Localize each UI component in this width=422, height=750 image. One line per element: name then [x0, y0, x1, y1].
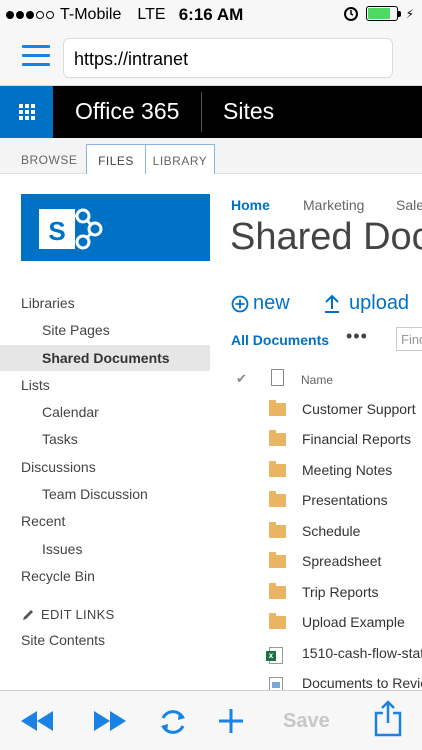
status-right: ⚡: [343, 6, 414, 21]
file-type-icon: [271, 369, 284, 386]
hamburger-menu-icon[interactable]: [22, 45, 50, 67]
item-name[interactable]: Upload Example: [302, 614, 405, 630]
nav-site-contents[interactable]: Site Contents: [0, 627, 210, 653]
page-title: Shared Doc: [230, 216, 422, 258]
suite-divider: [201, 92, 202, 132]
browser-toolbar: Save: [0, 690, 422, 750]
back-icon[interactable]: [20, 710, 54, 732]
alarm-clock-icon: [343, 6, 358, 21]
nav-lists[interactable]: Lists: [0, 372, 210, 398]
app-launcher-icon[interactable]: [0, 86, 53, 138]
upload-label: upload: [349, 292, 410, 314]
nav-shared-documents[interactable]: Shared Documents: [0, 345, 210, 371]
item-name[interactable]: Customer Support: [302, 401, 416, 417]
item-name[interactable]: Documents to Revie: [302, 675, 422, 691]
item-name[interactable]: Financial Reports: [302, 431, 411, 447]
sites-link[interactable]: Sites: [223, 98, 274, 125]
folder-icon: [269, 491, 286, 507]
nav-team-discussion[interactable]: Team Discussion: [0, 481, 210, 507]
nav-tasks[interactable]: Tasks: [0, 426, 210, 452]
add-icon[interactable]: [218, 708, 244, 734]
battery-icon: [365, 6, 401, 21]
share-icon[interactable]: [373, 699, 403, 737]
item-name[interactable]: Presentations: [302, 492, 388, 508]
item-name[interactable]: Spreadsheet: [302, 553, 381, 569]
nav-site-pages[interactable]: Site Pages: [0, 317, 210, 343]
plus-circle-icon: [231, 295, 249, 312]
refresh-icon[interactable]: [157, 706, 189, 738]
folder-icon: [269, 583, 286, 599]
tab-files[interactable]: FILES: [86, 144, 146, 174]
svg-text:S: S: [48, 216, 65, 246]
edit-links-label: EDIT LINKS: [41, 607, 115, 622]
charging-bolt-icon: ⚡: [405, 6, 414, 21]
nav-recycle-bin[interactable]: Recycle Bin: [0, 563, 210, 589]
view-selector[interactable]: All Documents: [231, 332, 329, 348]
site-logo[interactable]: S: [21, 194, 210, 261]
select-all-checkmark-icon[interactable]: ✔: [236, 371, 247, 387]
breadcrumb-sales[interactable]: Sale: [396, 197, 422, 213]
tab-library[interactable]: LIBRARY: [146, 144, 215, 174]
ribbon-tabs: BROWSE FILES LIBRARY: [0, 138, 422, 174]
list-item[interactable]: Meeting Notes: [230, 456, 422, 486]
folder-icon: [269, 552, 286, 568]
folder-icon: [269, 461, 286, 477]
folder-icon: [269, 430, 286, 446]
folder-icon: [269, 400, 286, 416]
list-item[interactable]: Schedule: [230, 517, 422, 547]
excel-file-icon: [266, 647, 283, 664]
forward-icon[interactable]: [93, 710, 127, 732]
list-item[interactable]: Upload Example: [230, 608, 422, 638]
pencil-icon: [23, 609, 33, 620]
breadcrumb-home[interactable]: Home: [231, 197, 270, 213]
status-bar: T-Mobile LTE 6:16 AM ⚡: [0, 0, 422, 30]
list-item[interactable]: Spreadsheet: [230, 547, 422, 577]
edit-links-button[interactable]: EDIT LINKS: [21, 607, 115, 622]
item-name[interactable]: Schedule: [302, 523, 360, 539]
nav-discussions[interactable]: Discussions: [0, 454, 210, 480]
column-header-name[interactable]: Name: [301, 373, 333, 387]
nav-issues[interactable]: Issues: [0, 536, 210, 562]
list-item[interactable]: Presentations: [230, 486, 422, 516]
nav-libraries[interactable]: Libraries: [0, 290, 210, 316]
item-name[interactable]: Meeting Notes: [302, 462, 392, 478]
item-name[interactable]: 1510-cash-flow-stat: [302, 645, 422, 661]
breadcrumb-marketing[interactable]: Marketing: [303, 197, 364, 213]
tab-browse[interactable]: BROWSE: [21, 144, 77, 174]
new-label: new: [253, 292, 290, 314]
upload-button[interactable]: upload: [323, 292, 409, 315]
nav-calendar[interactable]: Calendar: [0, 399, 210, 425]
item-name[interactable]: Trip Reports: [302, 584, 379, 600]
new-button[interactable]: new: [231, 292, 290, 315]
list-item[interactable]: Financial Reports: [230, 425, 422, 455]
suite-title[interactable]: Office 365: [75, 98, 179, 125]
browser-address-bar: https://intranet: [0, 30, 422, 86]
list-item[interactable]: Trip Reports: [230, 578, 422, 608]
list-item[interactable]: 1510-cash-flow-stat: [230, 639, 422, 669]
more-options-icon[interactable]: •••: [346, 326, 368, 347]
sharepoint-logo-icon: S: [39, 208, 103, 250]
upload-arrow-icon: [325, 294, 339, 313]
nav-recent[interactable]: Recent: [0, 508, 210, 534]
folder-icon: [269, 613, 286, 629]
url-field[interactable]: https://intranet: [63, 38, 393, 78]
folder-icon: [269, 522, 286, 538]
list-item[interactable]: Customer Support: [230, 395, 422, 425]
find-input[interactable]: Find: [396, 327, 422, 351]
save-button[interactable]: Save: [283, 710, 330, 733]
suite-bar: Office 365 Sites: [0, 86, 422, 138]
